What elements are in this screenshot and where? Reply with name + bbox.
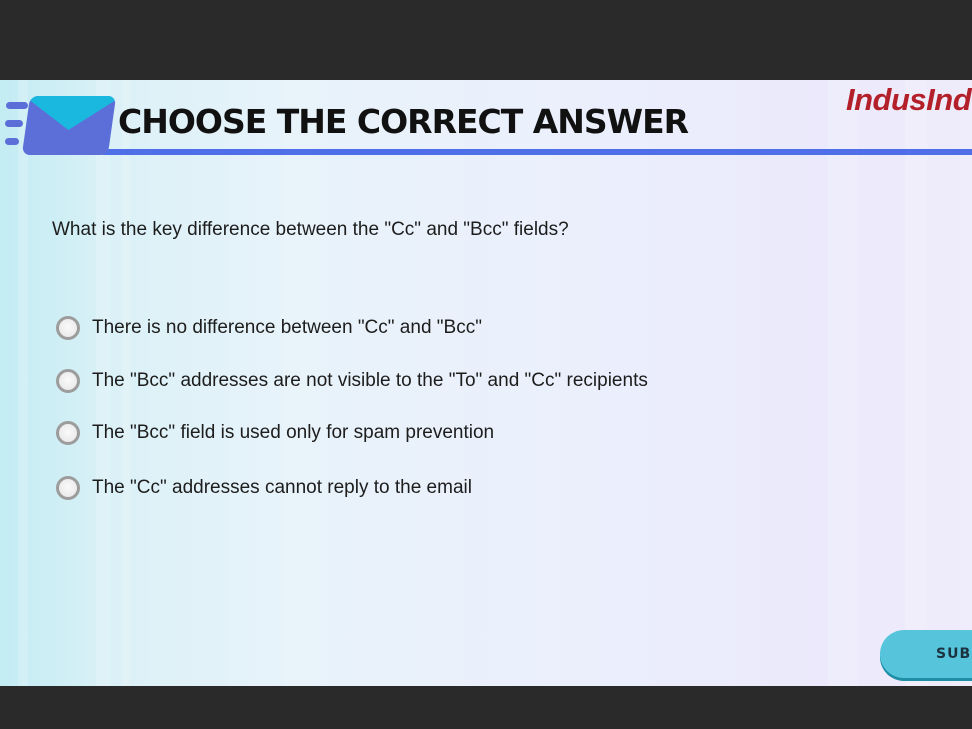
answer-option-1[interactable]: There is no difference between "Cc" and …: [56, 316, 482, 340]
answer-option-3[interactable]: The "Bcc" field is used only for spam pr…: [56, 421, 494, 445]
quiz-slide: CHOOSE THE CORRECT ANSWER IndusInd What …: [0, 80, 972, 686]
brand-logo: IndusInd: [846, 82, 972, 117]
answer-option-label: The "Bcc" field is used only for spam pr…: [92, 422, 495, 443]
submit-button[interactable]: SUBMIT: [880, 630, 972, 678]
radio-button[interactable]: [56, 421, 80, 445]
header-underline: [100, 149, 972, 155]
letterbox-bottom: [0, 686, 972, 729]
envelope-flap: [21, 96, 117, 130]
background-stripe: [18, 80, 28, 686]
speed-line: [5, 138, 19, 145]
envelope-icon: [21, 96, 117, 155]
answer-option-label: The "Bcc" addresses are not visible to t…: [92, 370, 648, 391]
background-stripe: [905, 80, 927, 686]
radio-button[interactable]: [56, 476, 80, 500]
radio-button[interactable]: [56, 316, 80, 340]
answer-option-2[interactable]: The "Bcc" addresses are not visible to t…: [56, 369, 648, 393]
question-text: What is the key difference between the "…: [52, 219, 569, 240]
answer-option-label: There is no difference between "Cc" and …: [92, 317, 482, 338]
speed-line: [6, 102, 28, 109]
background-stripe: [828, 80, 858, 686]
answer-option-label: The "Cc" addresses cannot reply to the e…: [92, 477, 472, 498]
letterbox-top: [0, 0, 972, 80]
radio-button[interactable]: [56, 369, 80, 393]
answer-option-4[interactable]: The "Cc" addresses cannot reply to the e…: [56, 476, 472, 500]
speed-line: [5, 120, 23, 127]
page-title: CHOOSE THE CORRECT ANSWER: [118, 102, 689, 141]
